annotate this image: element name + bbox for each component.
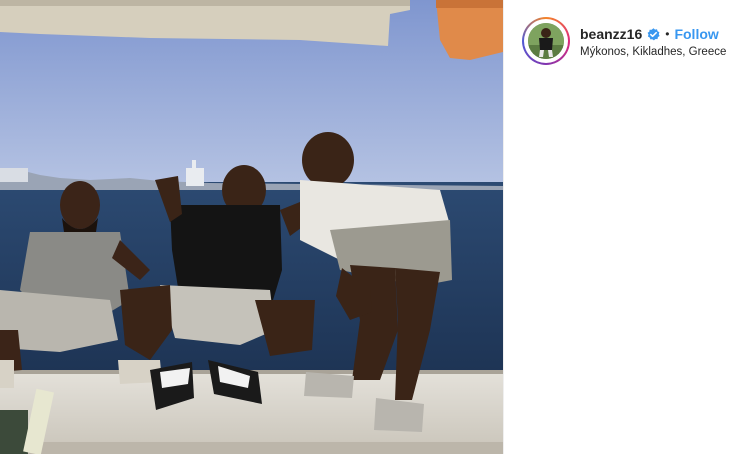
avatar[interactable] [528, 23, 564, 59]
separator-dot: • [665, 27, 670, 41]
avatar-story-ring[interactable] [522, 17, 570, 65]
username-link[interactable]: beanzz16 [580, 26, 642, 42]
verified-badge-icon [647, 27, 660, 40]
location-link[interactable]: Mýkonos, Kikladhes, Greece [580, 46, 726, 58]
follow-button[interactable]: Follow [674, 26, 718, 42]
instagram-post: beanzz16 • Follow Mýkonos, Kikladhes, Gr… [0, 0, 741, 454]
avatar-frame [524, 19, 568, 63]
photo-scene [0, 0, 503, 454]
avatar-image [528, 23, 564, 59]
username-row: beanzz16 • Follow [580, 25, 719, 43]
post-photo[interactable] [0, 0, 503, 454]
